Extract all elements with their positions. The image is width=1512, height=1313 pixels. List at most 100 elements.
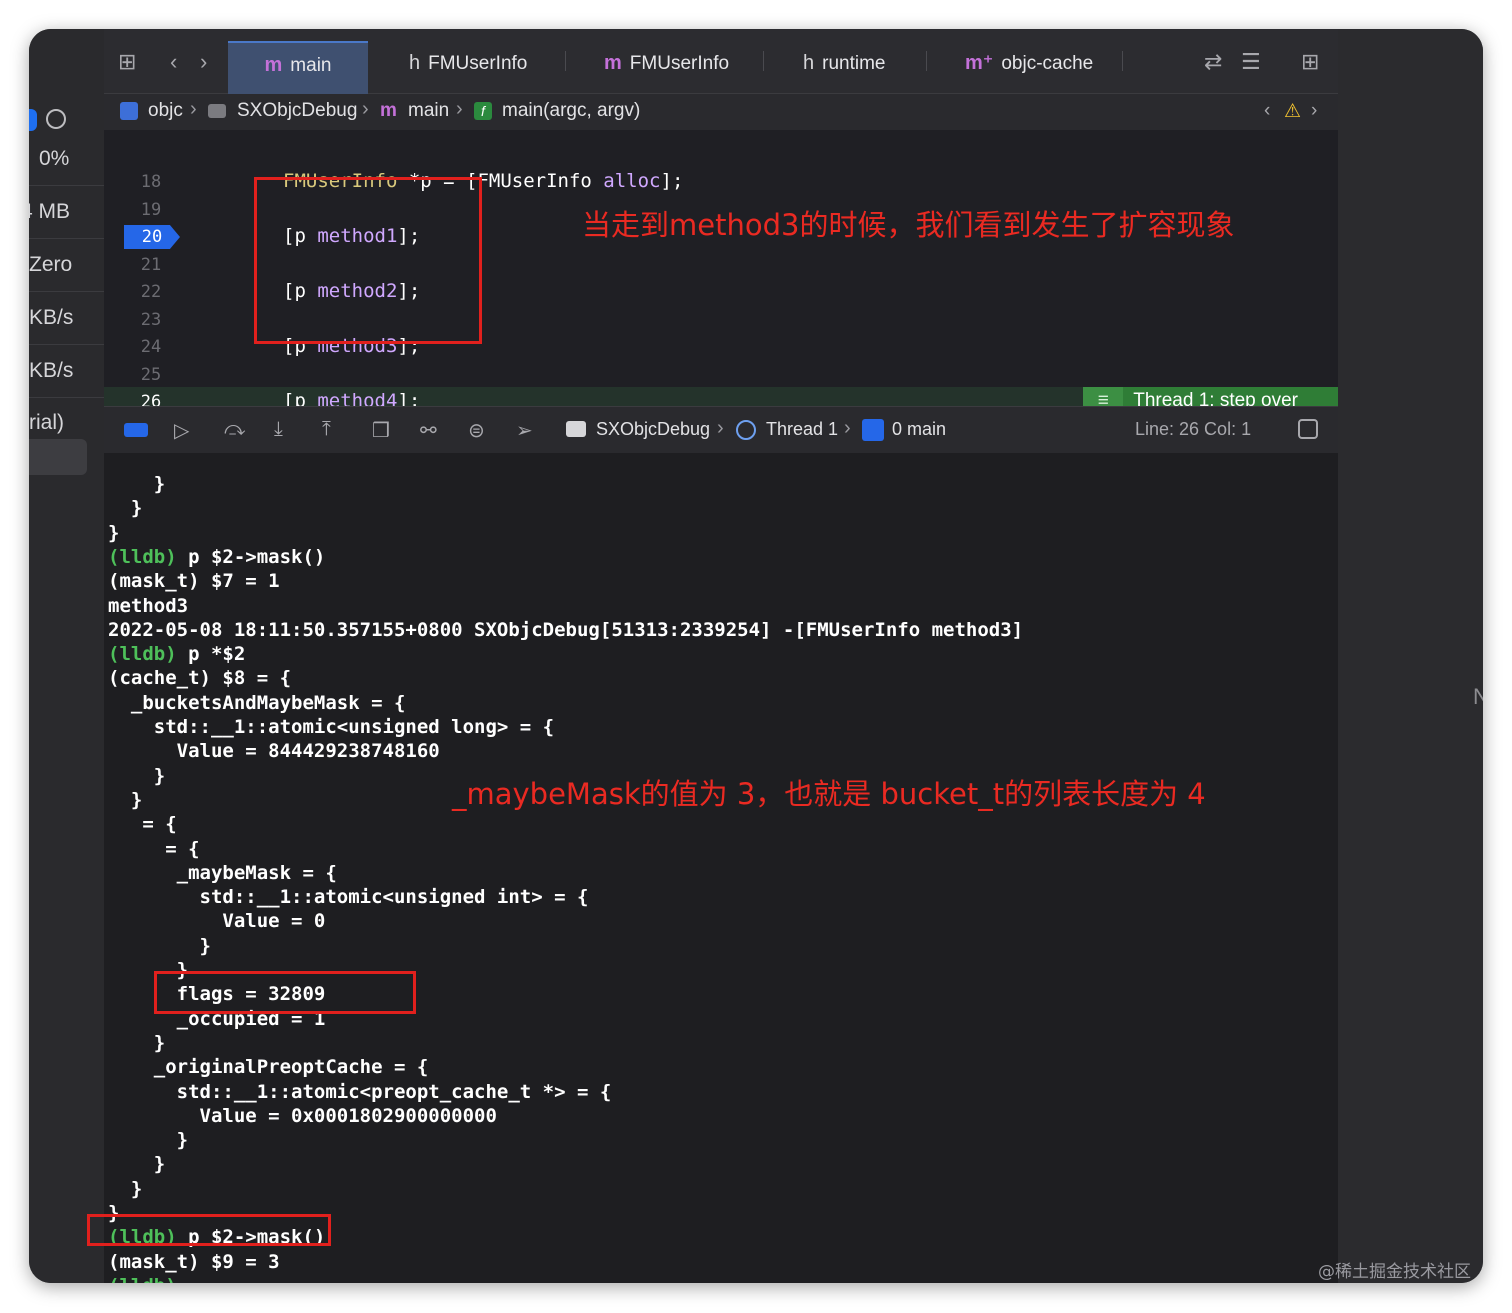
console-line: Value = 0 <box>108 910 326 933</box>
continue-icon[interactable]: ▷ <box>174 418 189 443</box>
tab-separator <box>565 51 566 71</box>
gauge-energy-value: Zero <box>29 253 73 276</box>
tab-fmuserinfo-h[interactable]: h FMUserInfo <box>409 41 527 93</box>
lldb-console[interactable]: } }} (lldb) p $2->mask() (mask_t) $7 = 1 me… <box>104 453 1338 1283</box>
gauge-cpu[interactable]: 0% <box>29 133 114 186</box>
debug-thread[interactable]: Thread 1 <box>766 419 838 440</box>
console-line: _maybeMask = { <box>108 861 337 884</box>
console-line: std::__1::atomic<unsigned int> = { <box>108 886 589 909</box>
tab-runtime[interactable]: h runtime <box>803 41 885 93</box>
line-number: 25 <box>140 365 162 385</box>
prev-issue-icon[interactable]: ‹ <box>1264 100 1270 122</box>
debug-frame[interactable]: 0 main <box>892 419 946 440</box>
menu-icon[interactable]: ≡ <box>1083 387 1124 406</box>
console-line: std::__1::atomic<preopt_cache_t *> = { <box>108 1080 612 1103</box>
tab-separator <box>1122 51 1123 71</box>
console-line: (cache_t) $8 = { <box>108 667 292 690</box>
console-line: Value = 0x0001802900000000 <box>108 1104 497 1127</box>
gauge-network[interactable]: KB/s <box>29 345 104 398</box>
swap-icon[interactable]: ⇄ <box>1204 49 1222 75</box>
gauge-network-value: KB/s <box>29 359 74 382</box>
gauge-energy[interactable]: Zero <box>29 239 104 292</box>
toggle-panel-icon[interactable] <box>1298 419 1318 439</box>
console-line: = { <box>108 813 177 836</box>
annotation-note-2: _maybeMask的值为 3，也就是 bucket_t的列表长度为 4 <box>452 777 1206 811</box>
gauge-memory-value: 4 MB <box>29 200 71 223</box>
tab-objc-cache[interactable]: m⁺ objc-cache <box>965 41 1093 93</box>
tab-main[interactable]: m main <box>228 41 368 95</box>
line-number: 23 <box>140 310 162 330</box>
editor-options-icon[interactable]: ☰ <box>1241 49 1261 75</box>
warning-icon[interactable]: ⚠ <box>1284 100 1301 123</box>
debug-target[interactable]: SXObjcDebug <box>596 419 710 440</box>
annotation-box-occupied <box>154 971 416 1014</box>
gauge-fps-value: rial) <box>29 411 64 434</box>
tab-separator <box>926 51 927 71</box>
breadcrumb-folder[interactable]: SXObjcDebug <box>237 100 357 122</box>
line-number: 19 <box>140 200 162 220</box>
memory-graph-icon[interactable]: ⚯ <box>420 418 437 443</box>
console-line: } <box>108 934 211 957</box>
lldb-command: p *$2 <box>176 643 246 666</box>
gauge-memory[interactable]: 4 MB <box>29 186 104 239</box>
console-line: (lldb) p $2->mask() <box>108 546 325 568</box>
environment-icon[interactable]: ⊜ <box>468 418 485 443</box>
location-icon[interactable]: ➢ <box>516 418 533 443</box>
user-frame-icon <box>862 419 884 441</box>
step-out-icon[interactable]: ⤒ <box>322 418 331 441</box>
back-icon[interactable]: ‹ <box>170 49 177 75</box>
step-over-icon[interactable]: ⤼ <box>224 418 245 441</box>
console-line: (lldb) p *$2 <box>108 643 245 665</box>
process-indicator <box>29 109 37 131</box>
line-number: 26 <box>140 392 162 406</box>
view-hierarchy-icon[interactable]: ❒ <box>372 418 390 443</box>
breakpoints-toggle-icon[interactable] <box>124 423 148 437</box>
console-line: } <box>108 1177 143 1200</box>
console-line: } <box>108 1031 166 1054</box>
step-into-icon[interactable]: ⤓ <box>274 418 283 441</box>
code-text: ]; <box>397 390 421 406</box>
console-line: } <box>108 521 120 544</box>
m-file-icon: m <box>380 100 397 121</box>
code-keyword: method4 <box>317 390 398 406</box>
h-file-icon: h <box>803 52 815 74</box>
inspector-strip <box>1338 29 1483 1283</box>
breadcrumb-project[interactable]: objc <box>148 100 183 122</box>
code-text: [p <box>283 390 318 406</box>
line-number: 24 <box>140 337 162 357</box>
inspector-letter: N <box>1473 684 1483 709</box>
h-file-icon: h <box>409 52 421 74</box>
chevron-right-icon: › <box>456 98 463 120</box>
chevron-right-icon: › <box>362 98 369 120</box>
breadcrumb: objc › SXObjcDebug › m main › f main(arg… <box>104 94 1338 131</box>
gauge-selection <box>29 439 87 475</box>
thread-icon <box>736 420 756 440</box>
grid-icon[interactable]: ⊞ <box>118 49 136 75</box>
breakpoint-marker[interactable]: 20 <box>124 225 180 249</box>
console-line: _bucketsAndMaybeMask = { <box>108 691 406 714</box>
console-line: = { <box>108 837 200 860</box>
lldb-prompt: (lldb) <box>108 545 177 568</box>
tab-separator <box>763 51 764 71</box>
line-number: 22 <box>140 282 162 302</box>
step-badge: ≡ Thread 1: step over <box>1083 387 1338 406</box>
code-text: ]; <box>660 170 684 192</box>
annotation-box-methods <box>254 177 482 344</box>
breadcrumb-file[interactable]: main <box>408 100 449 122</box>
breadcrumb-symbol[interactable]: main(argc, argv) <box>502 100 640 122</box>
lldb-prompt: (lldb) <box>108 643 177 666</box>
annotation-note-1: 当走到method3的时候，我们看到发生了扩容现象 <box>582 208 1235 242</box>
gauge-disk[interactable]: KB/s <box>29 292 104 345</box>
console-line: 2022-05-08 18:11:50.357155+0800 SXObjcDe… <box>108 618 1024 641</box>
chevron-right-icon: › <box>717 417 724 439</box>
console-line: } <box>108 788 143 811</box>
thread-icon <box>46 109 66 129</box>
forward-icon[interactable]: › <box>200 49 207 75</box>
code-line-26[interactable]: [p method4]; <box>283 390 420 406</box>
add-editor-icon[interactable]: ⊞ <box>1301 49 1319 75</box>
terminal-icon <box>566 421 586 437</box>
m-file-icon: m <box>604 52 622 74</box>
next-issue-icon[interactable]: › <box>1311 100 1317 122</box>
debug-gauges-panel: 0% 4 MB Zero KB/s KB/s rial) <box>29 29 114 1283</box>
tab-fmuserinfo-m[interactable]: m FMUserInfo <box>604 41 729 93</box>
